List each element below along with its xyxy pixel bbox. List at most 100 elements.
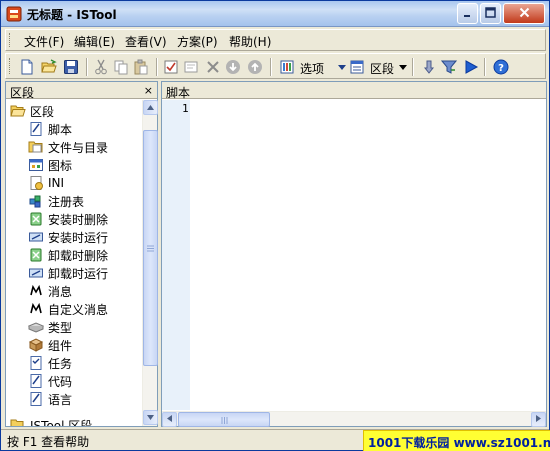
maximize-button[interactable] <box>480 3 501 24</box>
sections-vertical-scrollbar[interactable] <box>142 100 158 426</box>
copy-icon[interactable] <box>112 58 130 76</box>
tree-item-label: 自定义消息 <box>48 302 109 317</box>
sections-icon[interactable] <box>348 58 366 76</box>
tree-item-install-delete[interactable]: 安装时删除 <box>28 210 108 228</box>
close-button[interactable] <box>503 3 545 24</box>
tree-item-messages[interactable]: 消息 <box>28 282 72 300</box>
tree-item-icons[interactable]: 图标 <box>28 156 72 174</box>
options-icon[interactable] <box>278 58 296 76</box>
svg-text:?: ? <box>498 63 504 74</box>
new-file-icon[interactable] <box>18 58 36 76</box>
script-editor[interactable] <box>190 100 546 410</box>
tree-item-label: 卸载时运行 <box>48 266 109 281</box>
scroll-down-button[interactable] <box>143 410 158 425</box>
arrow-down-icon <box>147 413 154 422</box>
tree-item-label: 安装时删除 <box>48 212 109 227</box>
tree-item-code[interactable]: 代码 <box>28 372 72 390</box>
toolbar-separator <box>484 58 486 76</box>
scroll-thumb[interactable] <box>178 412 270 427</box>
watermark-text: 1001下载乐园 www.sz1001.net <box>368 436 550 450</box>
istool-app-icon[interactable] <box>6 6 22 22</box>
scroll-up-button[interactable] <box>143 100 158 115</box>
tree-item-tasks[interactable]: 任务 <box>28 354 72 372</box>
line-number: 1 <box>182 102 189 115</box>
compile-icon[interactable] <box>420 58 438 76</box>
menu-view[interactable]: 查看(V) <box>125 33 167 50</box>
tree-item-script[interactable]: 脚本 <box>28 120 72 138</box>
line-number-gutter <box>162 100 190 410</box>
menu-help[interactable]: 帮助(H) <box>229 33 271 50</box>
toolbar-separator <box>156 58 158 76</box>
tree-item-files-dirs[interactable]: 文件与目录 <box>28 138 108 156</box>
tree-item-ini[interactable]: INI <box>28 174 64 192</box>
messages-icon <box>28 283 44 299</box>
sections-label[interactable]: 区段 <box>370 60 394 77</box>
install-delete-icon <box>28 211 44 227</box>
title-bar[interactable]: 无标题 - ISTool <box>1 1 549 27</box>
sections-tree: 区段 脚本 文件与目录 图标 INI 注册表 安装时删除 安装时运行 卸载时删除… <box>6 100 141 426</box>
files-dirs-icon <box>28 139 44 155</box>
scroll-thumb[interactable] <box>143 130 158 366</box>
toolbar-separator <box>86 58 88 76</box>
tree-item-components[interactable]: 组件 <box>28 336 72 354</box>
scroll-right-button[interactable] <box>531 412 546 427</box>
tree-root-sections[interactable]: 区段 <box>10 102 54 120</box>
help-icon[interactable]: ? <box>492 58 510 76</box>
tree-item-languages[interactable]: 语言 <box>28 390 72 408</box>
checklist-icon[interactable] <box>162 58 180 76</box>
move-down-icon[interactable] <box>224 58 242 76</box>
tree-item-uninstall-run[interactable]: 卸载时运行 <box>28 264 108 282</box>
folder-open-icon <box>10 103 26 119</box>
paste-icon[interactable] <box>132 58 150 76</box>
tree-root-label: 区段 <box>30 104 55 119</box>
menu-bar: 文件(F) 编辑(E) 查看(V) 方案(P) 帮助(H) <box>5 29 546 51</box>
filter-icon[interactable] <box>440 58 458 76</box>
tree-item-types[interactable]: 类型 <box>27 318 73 336</box>
types-icon <box>27 319 45 335</box>
arrow-right-icon <box>536 415 541 424</box>
sections-pane: 区段 × 区段 脚本 文件与目录 图标 INI 注册表 安装时删除 安装时运行 … <box>5 81 158 427</box>
options-label[interactable]: 选项 <box>300 60 324 77</box>
tree-item-label: 类型 <box>48 320 73 335</box>
tree-item-label: 图标 <box>48 158 73 173</box>
tree-item-custom-messages[interactable]: 自定义消息 <box>28 300 108 318</box>
pane-close-icon[interactable]: × <box>144 84 153 97</box>
sections-pane-header: 区段 × <box>6 82 157 100</box>
delete-icon[interactable] <box>204 58 222 76</box>
toolbar-separator <box>412 58 414 76</box>
tree-item-install-run[interactable]: 安装时运行 <box>28 228 108 246</box>
components-icon <box>28 337 44 353</box>
move-up-icon[interactable] <box>246 58 264 76</box>
sections-pane-title: 区段 <box>10 86 35 100</box>
save-icon[interactable] <box>62 58 80 76</box>
install-run-icon <box>28 229 44 245</box>
run-icon[interactable] <box>462 58 480 76</box>
menu-file[interactable]: 文件(F) <box>24 33 64 50</box>
edit-item-icon[interactable] <box>182 58 200 76</box>
menu-grip[interactable] <box>9 33 12 47</box>
grip-icon <box>221 413 228 427</box>
open-folder-icon[interactable] <box>40 58 58 76</box>
window-title: 无标题 - ISTool <box>27 8 117 22</box>
dropdown-arrow-icon[interactable] <box>394 58 412 76</box>
tree-item-label: 安装时运行 <box>48 230 109 245</box>
status-bar: 按 F1 查看帮助 1001下载乐园 www.sz1001.net <box>1 429 550 451</box>
scroll-left-button[interactable] <box>162 412 177 427</box>
minimize-button[interactable] <box>457 3 478 24</box>
script-pane-title: 脚本 <box>166 86 191 100</box>
tree-item-label: 消息 <box>48 284 73 299</box>
cut-icon[interactable] <box>92 58 110 76</box>
maximize-icon <box>485 6 496 21</box>
editor-horizontal-scrollbar[interactable] <box>162 411 546 427</box>
close-icon <box>519 7 530 21</box>
tree-item-registry[interactable]: 注册表 <box>28 192 84 210</box>
tree-item-uninstall-delete[interactable]: 卸载时删除 <box>28 246 108 264</box>
tree-item-label: 代码 <box>48 374 73 389</box>
menu-edit[interactable]: 编辑(E) <box>74 33 115 50</box>
grip-icon <box>147 241 154 255</box>
toolbar-grip[interactable] <box>9 58 12 74</box>
custom-messages-icon <box>28 301 44 317</box>
tree-root-istool-sections[interactable]: ISTool 区段 <box>10 416 92 426</box>
registry-icon <box>28 193 44 209</box>
menu-project[interactable]: 方案(P) <box>177 33 218 50</box>
